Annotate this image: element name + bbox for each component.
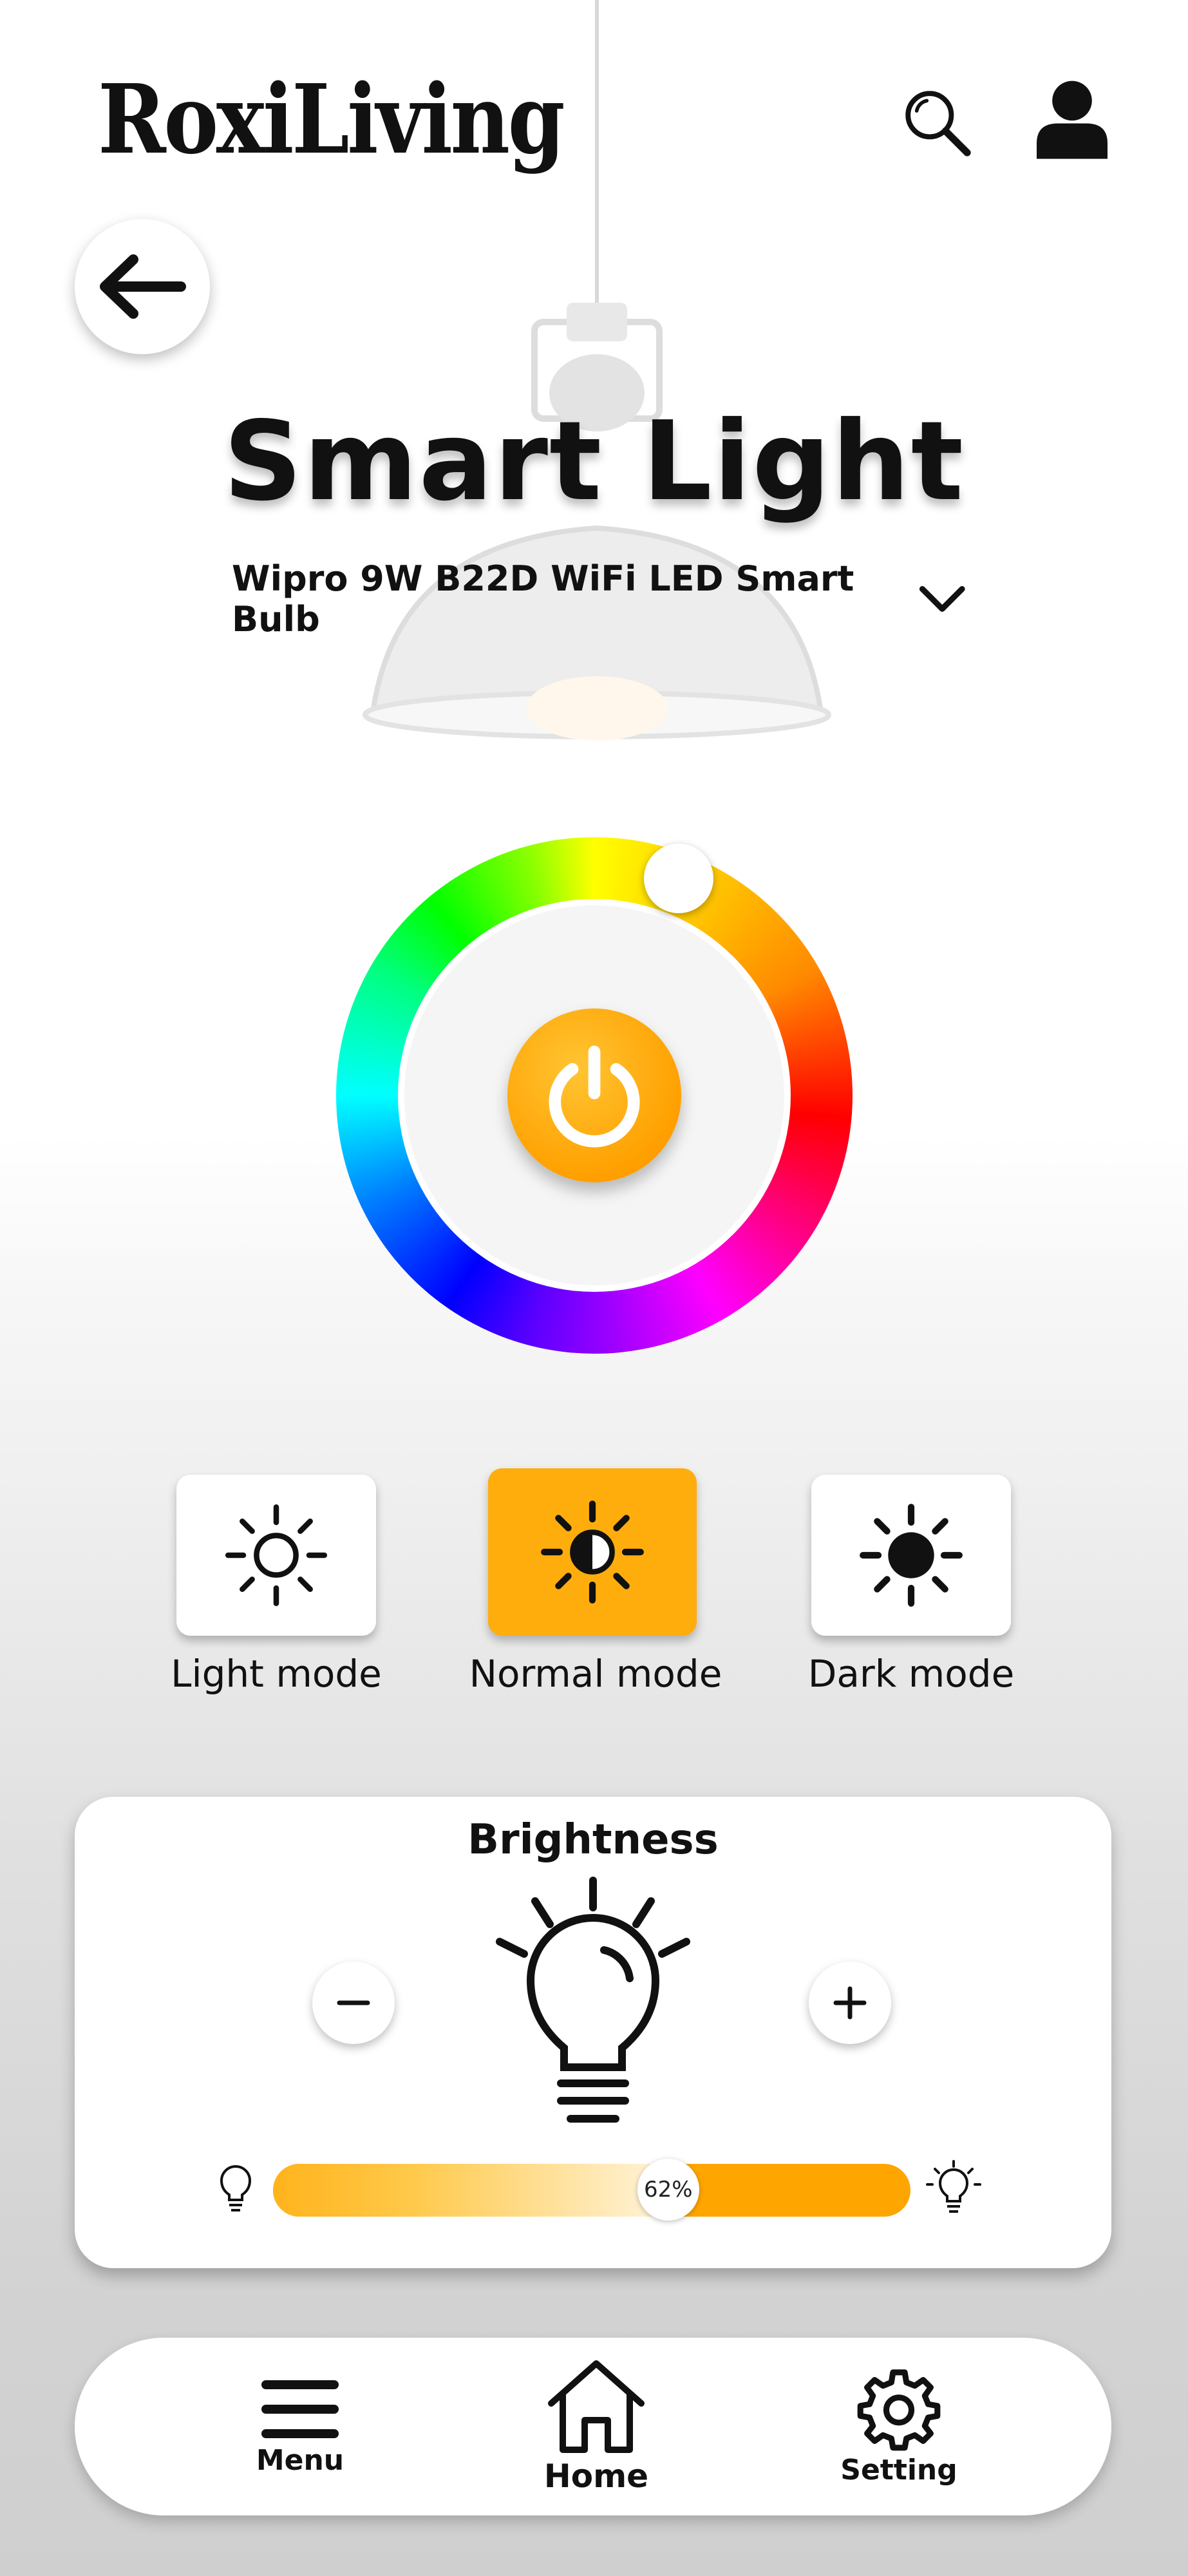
- bulb-off-small-icon: [220, 2165, 252, 2211]
- device-selector[interactable]: Wipro 9W B22D WiFi LED Smart Bulb: [232, 558, 966, 639]
- brightness-card: Brightness 62%: [75, 1797, 1111, 2268]
- home-icon: [548, 2360, 645, 2453]
- color-picker-handle[interactable]: [644, 844, 713, 913]
- back-button[interactable]: [75, 219, 210, 354]
- minus-icon: [337, 2000, 370, 2005]
- profile-button[interactable]: [1030, 77, 1114, 161]
- gear-icon: [857, 2369, 941, 2450]
- bottom-navigation: Menu Home Setting: [75, 2338, 1111, 2515]
- page-title: Smart Light: [223, 398, 965, 526]
- plus-icon: [833, 1986, 867, 2020]
- color-wheel[interactable]: [336, 837, 853, 1354]
- brightness-slider-thumb[interactable]: 62%: [637, 2159, 699, 2221]
- sun-outline-icon: [225, 1504, 328, 1607]
- normal-mode-label: Normal mode: [469, 1652, 722, 1696]
- nav-setting-label: Setting: [840, 2453, 957, 2486]
- nav-menu[interactable]: Menu: [236, 2338, 364, 2515]
- arrow-left-icon: [100, 254, 186, 319]
- brightness-slider-fill: [273, 2164, 668, 2217]
- device-name: Wipro 9W B22D WiFi LED Smart Bulb: [232, 558, 854, 639]
- increase-brightness-button[interactable]: [809, 1962, 891, 2044]
- nav-home[interactable]: Home: [529, 2338, 664, 2515]
- brightness-title: Brightness: [467, 1816, 719, 1864]
- bulb-on-small-icon: [926, 2160, 981, 2213]
- brightness-slider[interactable]: [273, 2164, 910, 2217]
- nav-menu-label: Menu: [256, 2443, 344, 2477]
- power-icon: [549, 1045, 640, 1148]
- pendant-lamp-image: [363, 0, 831, 741]
- dark-mode-button[interactable]: [811, 1475, 1011, 1636]
- sun-half-icon: [541, 1501, 644, 1604]
- search-icon: [905, 91, 971, 156]
- power-button[interactable]: [507, 1009, 681, 1182]
- chevron-down-icon: [919, 586, 966, 612]
- decrease-brightness-button[interactable]: [312, 1962, 395, 2044]
- search-button[interactable]: [898, 84, 976, 161]
- light-mode-label: Light mode: [171, 1652, 382, 1696]
- nav-home-label: Home: [543, 2458, 649, 2495]
- lightbulb-icon: [496, 1877, 690, 2123]
- user-icon: [1037, 80, 1108, 159]
- normal-mode-button[interactable]: [488, 1468, 697, 1636]
- nav-setting[interactable]: Setting: [834, 2338, 963, 2515]
- light-mode-button[interactable]: [176, 1475, 376, 1636]
- dark-mode-label: Dark mode: [807, 1652, 1015, 1696]
- sun-filled-icon: [860, 1504, 963, 1607]
- menu-icon: [261, 2380, 339, 2438]
